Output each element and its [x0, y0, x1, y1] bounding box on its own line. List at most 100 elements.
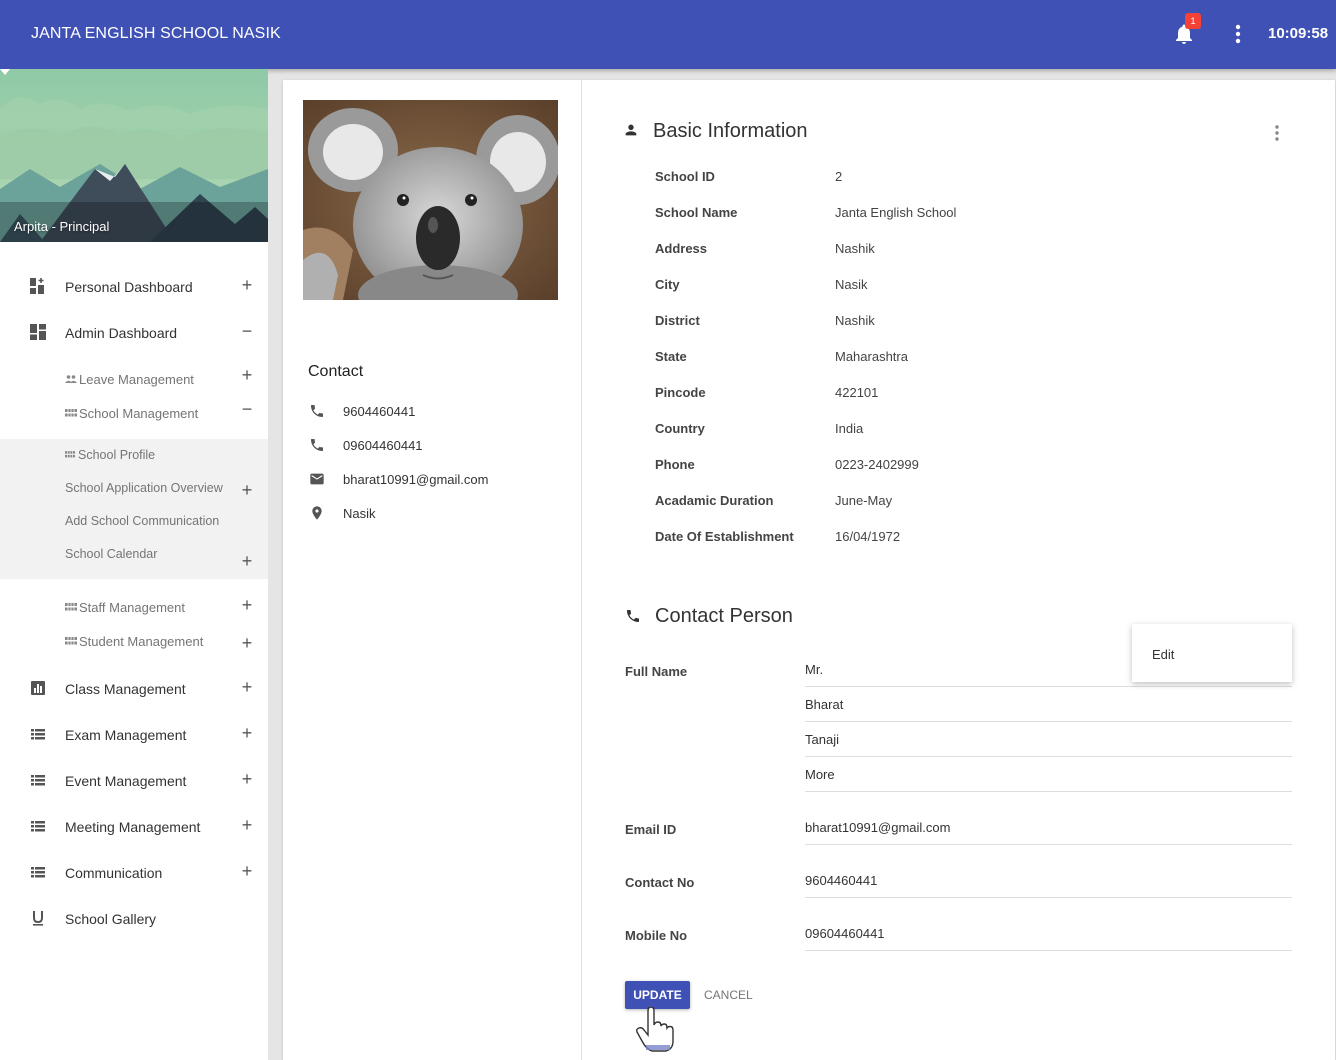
- field-value: Bharat: [805, 697, 844, 712]
- field-value: Tanaji: [805, 732, 839, 747]
- email-field[interactable]: bharat10991@gmail.com: [805, 810, 1292, 845]
- view-list-icon: [65, 637, 77, 645]
- info-value: Nasik: [835, 277, 868, 292]
- view-list-icon: [65, 451, 75, 458]
- info-value: June-May: [835, 493, 893, 508]
- sidebar-item-communication[interactable]: Communication +: [0, 856, 268, 890]
- info-label: Pincode: [655, 385, 706, 400]
- collapse-icon[interactable]: −: [240, 322, 254, 340]
- sidebar-item-class-management[interactable]: Class Management +: [0, 672, 268, 706]
- more-options-icon[interactable]: [1228, 22, 1248, 46]
- profile-banner: Arpita - Principal: [0, 69, 268, 242]
- expand-icon[interactable]: +: [240, 276, 254, 294]
- expand-icon[interactable]: +: [240, 770, 254, 788]
- school-profile-card: Contact 9604460441 09604460441 bharat109…: [283, 80, 1335, 1060]
- first-name-field[interactable]: Bharat: [805, 687, 1292, 722]
- sidebar-item-staff-management[interactable]: Staff Management +: [0, 590, 268, 624]
- sidebar-item-personal-dashboard[interactable]: Personal Dashboard +: [0, 270, 268, 304]
- expand-icon[interactable]: +: [240, 552, 254, 570]
- sidebar-item-label: School Gallery: [65, 911, 157, 927]
- sidebar-item-leave-management[interactable]: Leave Management +: [0, 362, 268, 396]
- field-value: bharat10991@gmail.com: [805, 820, 951, 835]
- phone-icon: [311, 405, 323, 417]
- sidebar-item-school-management[interactable]: School Management −: [0, 396, 268, 430]
- phone-icon: [627, 610, 639, 622]
- info-label: Phone: [655, 457, 695, 472]
- info-label: Date Of Establishment: [655, 529, 794, 544]
- info-label: City: [655, 277, 680, 292]
- chevron-down-icon[interactable]: [0, 69, 10, 77]
- assessment-icon: [31, 681, 45, 695]
- sidebar-item-label: School Management: [79, 406, 199, 421]
- field-value: Mr.: [805, 662, 824, 677]
- field-value: 9604460441: [805, 873, 878, 888]
- contact-no-field[interactable]: 9604460441: [805, 863, 1292, 898]
- info-value: 16/04/1972: [835, 529, 901, 544]
- top-app-bar: JANTA ENGLISH SCHOOL NASIK 1 10:09:58: [0, 0, 1336, 69]
- sidebar: Arpita - Principal Personal Dashboard + …: [0, 69, 268, 1060]
- edit-menu-item[interactable]: Edit: [1152, 647, 1174, 662]
- hand-pointer-icon: [636, 1007, 674, 1052]
- sidebar-item-label: Event Management: [65, 773, 187, 789]
- sidebar-item-add-school-communication[interactable]: Add School Communication: [0, 509, 268, 533]
- sidebar-item-label: Admin Dashboard: [65, 325, 178, 341]
- expand-icon[interactable]: +: [240, 862, 254, 880]
- collapse-icon[interactable]: −: [240, 400, 254, 418]
- list-icon: [31, 821, 45, 832]
- sidebar-item-label: Student Management: [79, 634, 204, 649]
- phone-icon: [311, 439, 323, 451]
- expand-icon[interactable]: +: [240, 634, 254, 652]
- info-label: School Name: [655, 205, 738, 220]
- sidebar-item-meeting-management[interactable]: Meeting Management +: [0, 810, 268, 844]
- sidebar-item-student-management[interactable]: Student Management +: [0, 624, 268, 658]
- field-value: 09604460441: [805, 926, 885, 941]
- info-label: State: [655, 349, 687, 364]
- contact-heading: Contact: [308, 363, 364, 380]
- info-value: Nashik: [835, 241, 875, 256]
- field-value: More: [805, 767, 835, 782]
- view-list-icon: [65, 409, 77, 417]
- dashboard-icon: [30, 324, 46, 340]
- info-label: Acadamic Duration: [655, 493, 774, 508]
- sidebar-item-label: School Profile: [78, 448, 156, 462]
- info-label: Address: [655, 241, 708, 256]
- mobile-no-field[interactable]: 09604460441: [805, 916, 1292, 951]
- middle-name-field[interactable]: Tanaji: [805, 722, 1292, 757]
- basic-information-title: Basic Information: [653, 120, 808, 142]
- sidebar-item-label: Meeting Management: [65, 819, 201, 835]
- last-name-field[interactable]: More: [805, 757, 1292, 792]
- sidebar-item-school-profile[interactable]: School Profile: [0, 443, 268, 467]
- expand-icon[interactable]: +: [240, 596, 254, 614]
- expand-icon[interactable]: +: [240, 678, 254, 696]
- clock: 10:09:58: [1268, 25, 1329, 42]
- sidebar-item-school-gallery[interactable]: School Gallery: [0, 902, 268, 936]
- cancel-button[interactable]: CANCEL: [704, 981, 754, 1009]
- more-options-icon[interactable]: [1269, 124, 1285, 142]
- expand-icon[interactable]: +: [240, 481, 254, 499]
- expand-icon[interactable]: +: [240, 366, 254, 384]
- contact-no-label: Contact No: [625, 875, 695, 890]
- info-value: 0223-2402999: [835, 457, 919, 472]
- app-title: JANTA ENGLISH SCHOOL NASIK: [31, 25, 281, 42]
- sidebar-item-admin-dashboard[interactable]: Admin Dashboard −: [0, 316, 268, 350]
- profile-left-column: Contact 9604460441 09604460441 bharat109…: [283, 80, 582, 1060]
- expand-icon[interactable]: +: [240, 724, 254, 742]
- info-value: 2: [835, 169, 843, 184]
- sidebar-item-label: Leave Management: [79, 372, 194, 387]
- sidebar-item-event-management[interactable]: Event Management +: [0, 764, 268, 798]
- sidebar-item-school-calendar[interactable]: School Calendar +: [0, 542, 268, 572]
- full-name-label: Full Name: [625, 664, 688, 679]
- info-label: School ID: [655, 169, 715, 184]
- info-label: Country: [655, 421, 705, 436]
- school-management-submenu: School Profile School Application Overvi…: [0, 439, 268, 579]
- sidebar-item-school-application-overview[interactable]: School Application Overview +: [0, 476, 268, 500]
- sidebar-item-label: Personal Dashboard: [65, 279, 193, 295]
- sidebar-item-label: Class Management: [65, 681, 186, 697]
- update-button[interactable]: UPDATE: [625, 981, 690, 1009]
- contact-location: Nasik: [343, 506, 376, 521]
- contact-person-title: Contact Person: [655, 605, 793, 627]
- sidebar-item-exam-management[interactable]: Exam Management +: [0, 718, 268, 752]
- info-label: District: [655, 313, 700, 328]
- expand-icon[interactable]: +: [240, 816, 254, 834]
- underline-icon: [33, 911, 43, 926]
